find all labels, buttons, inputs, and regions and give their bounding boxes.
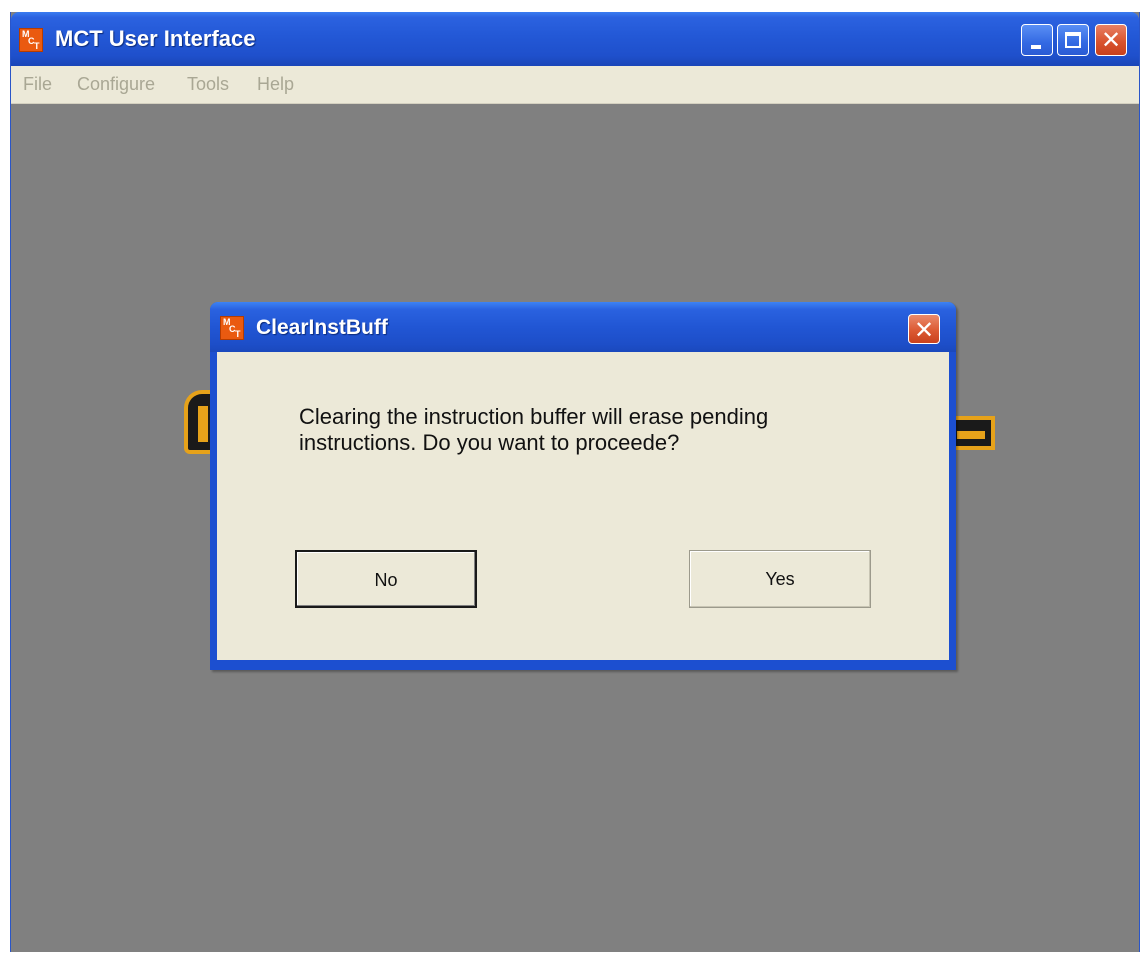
menu-help[interactable]: Help xyxy=(257,74,294,95)
dialog-body: Clearing the instruction buffer will era… xyxy=(217,352,949,660)
maximize-button[interactable] xyxy=(1057,24,1089,56)
close-icon: ✕ xyxy=(1100,26,1122,54)
clear-inst-buff-dialog: M C T ClearInstBuff ✕ Clearing the instr… xyxy=(210,302,956,670)
main-window: M C T MCT User Interface ✕ File Configur… xyxy=(10,12,1140,952)
minimize-icon xyxy=(1031,45,1041,49)
menu-file[interactable]: File xyxy=(23,74,52,95)
maximize-icon xyxy=(1065,32,1081,48)
dialog-message: Clearing the instruction buffer will era… xyxy=(299,404,899,456)
mct-app-icon: M C T xyxy=(19,28,43,52)
menu-tools[interactable]: Tools xyxy=(187,74,229,95)
dialog-close-button[interactable]: ✕ xyxy=(908,314,940,344)
dialog-titlebar[interactable]: M C T ClearInstBuff ✕ xyxy=(210,302,956,352)
yes-button[interactable]: Yes xyxy=(689,550,871,608)
dialog-message-line1: Clearing the instruction buffer will era… xyxy=(299,404,769,429)
close-icon: ✕ xyxy=(913,316,935,344)
dialog-title: ClearInstBuff xyxy=(256,316,388,339)
window-title: MCT User Interface xyxy=(55,26,256,51)
dialog-message-line2: instructions. Do you want to proceede? xyxy=(299,430,680,455)
mct-app-icon: M C T xyxy=(220,316,244,340)
no-button[interactable]: No xyxy=(295,550,477,608)
menu-configure[interactable]: Configure xyxy=(77,74,155,95)
background-logo-right-fragment xyxy=(953,416,995,450)
window-titlebar[interactable]: M C T MCT User Interface ✕ xyxy=(11,12,1139,66)
close-button[interactable]: ✕ xyxy=(1095,24,1127,56)
minimize-button[interactable] xyxy=(1021,24,1053,56)
menu-bar: File Configure Tools Help xyxy=(11,66,1139,104)
